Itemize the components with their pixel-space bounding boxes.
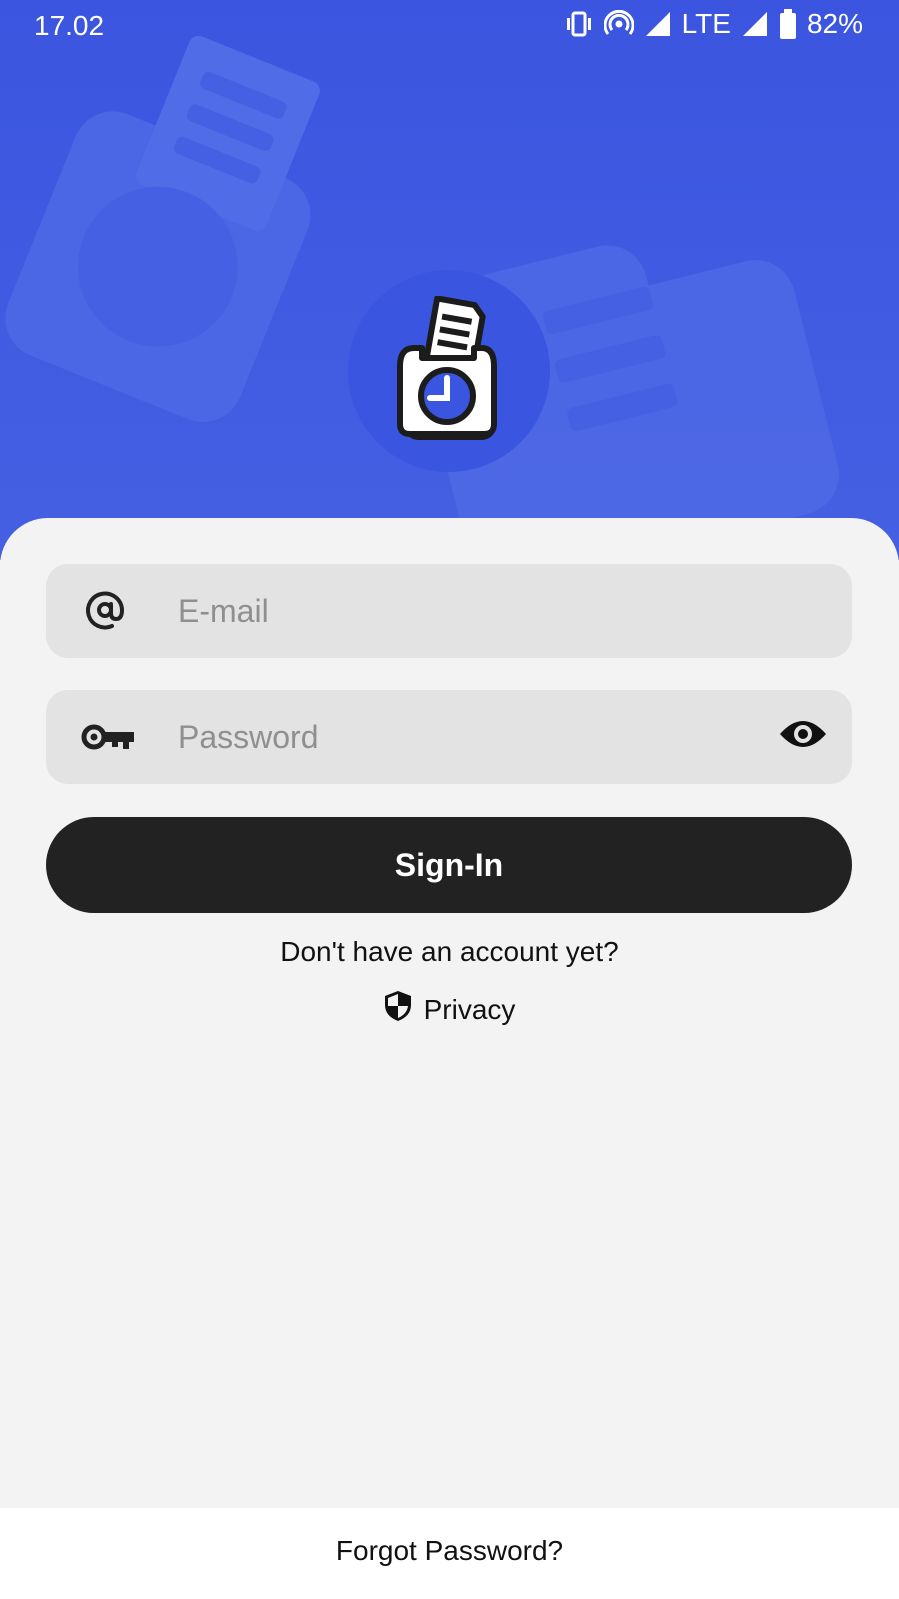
signup-link[interactable]: Don't have an account yet? — [0, 936, 899, 968]
at-icon — [82, 587, 128, 638]
battery-icon — [779, 9, 797, 39]
signal-icon — [644, 10, 672, 38]
header-banner: 17.02 LTE 82% — [0, 0, 899, 560]
battery-level: 82% — [806, 8, 863, 39]
forgot-password-link[interactable]: Forgot Password? — [336, 1535, 563, 1567]
vibrate-icon — [564, 11, 594, 37]
network-type: LTE — [681, 8, 731, 39]
login-card: Sign-In Don't have an account yet? Priva… — [0, 518, 899, 1508]
status-time: 17.02 — [34, 10, 105, 41]
status-bar: 17.02 LTE 82% — [0, 0, 899, 52]
password-field[interactable] — [46, 690, 852, 784]
signal-icon — [741, 10, 769, 38]
status-icons: LTE 82% — [564, 8, 863, 40]
shield-icon — [384, 990, 412, 1029]
sign-in-button[interactable]: Sign-In — [46, 817, 852, 913]
privacy-link[interactable]: Privacy — [0, 990, 899, 1029]
email-field[interactable] — [46, 564, 852, 658]
eye-icon[interactable] — [778, 716, 828, 757]
lock-clock-document-icon — [397, 296, 497, 440]
footer: Forgot Password? — [0, 1508, 899, 1599]
key-icon — [80, 721, 136, 758]
privacy-label: Privacy — [423, 993, 516, 1025]
password-input[interactable] — [170, 690, 778, 784]
app-logo — [348, 270, 550, 472]
hotspot-icon — [603, 10, 634, 38]
email-input[interactable] — [170, 564, 778, 658]
